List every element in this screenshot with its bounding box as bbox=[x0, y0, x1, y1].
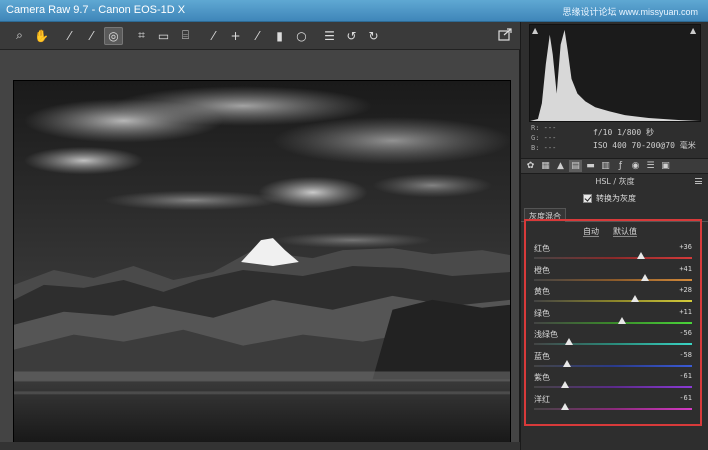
convert-label: 转换为灰度 bbox=[596, 193, 636, 203]
slider-row: 浅绿色 -56 bbox=[534, 329, 692, 351]
shadow-clipping-icon[interactable]: ▲ bbox=[532, 27, 540, 35]
slider-track[interactable] bbox=[534, 257, 692, 259]
radial-filter-icon[interactable]: ○ bbox=[292, 27, 311, 45]
toolbar: ⌕ ✋ ⁄ ⁄ ◎ ⌗ ▭ ⌸ ⁄ + ⁄ ▮ ○ ☰ ↺ ↻ bbox=[0, 22, 520, 50]
adjustments-panel: ▲ ▲ R: --- G: --- B: --- f/10 1/800 秒 IS… bbox=[520, 22, 708, 450]
exif-exposure: f/10 1/800 秒 bbox=[593, 128, 654, 137]
rotate-right-icon[interactable]: ↻ bbox=[364, 27, 383, 45]
transform-icon[interactable]: ⌸ bbox=[176, 27, 195, 45]
slider-thumb[interactable] bbox=[560, 402, 569, 410]
slider-row: 绿色 +11 bbox=[534, 308, 692, 330]
slider-row: 洋红 -61 bbox=[534, 394, 692, 416]
camera-calibration-icon[interactable]: ◉ bbox=[629, 160, 642, 172]
lens-icon[interactable]: ▥ bbox=[599, 160, 612, 172]
tone-curve-icon[interactable]: ▦ bbox=[539, 160, 552, 172]
image-canvas bbox=[0, 50, 520, 450]
slider-thumb[interactable] bbox=[637, 252, 646, 259]
slider-row: 黄色 +28 bbox=[534, 286, 692, 308]
histogram: ▲ ▲ bbox=[529, 24, 701, 122]
graduated-filter-icon[interactable]: ▮ bbox=[270, 27, 289, 45]
split-toning-icon[interactable]: ▬ bbox=[584, 160, 597, 172]
slider-track[interactable] bbox=[534, 364, 692, 367]
slider-label: 洋红 bbox=[534, 394, 550, 404]
crop-icon[interactable]: ⌗ bbox=[132, 27, 151, 45]
slider-label: 红色 bbox=[534, 244, 550, 253]
slider-value[interactable]: -56 bbox=[679, 329, 692, 337]
slider-label: 黄色 bbox=[534, 287, 550, 296]
readout-g: G: --- bbox=[531, 134, 557, 142]
slider-value[interactable]: +36 bbox=[679, 243, 692, 251]
basic-icon[interactable]: ✿ bbox=[524, 160, 537, 172]
white-balance-icon[interactable]: ⁄ bbox=[60, 27, 79, 45]
title-bar: Camera Raw 9.7 - Canon EOS-1D X 思缘设计论坛 w… bbox=[0, 0, 708, 22]
slider-thumb[interactable] bbox=[640, 273, 649, 281]
convert-to-grayscale-toggle[interactable]: 转换为灰度 bbox=[583, 192, 636, 204]
slider-thumb[interactable] bbox=[563, 359, 572, 367]
slider-label: 紫色 bbox=[534, 373, 550, 382]
slider-label: 浅绿色 bbox=[534, 330, 558, 339]
slider-row: 红色 +36 bbox=[534, 243, 692, 265]
slider-thumb[interactable] bbox=[617, 316, 626, 324]
color-sampler-icon[interactable]: ⁄ bbox=[82, 27, 101, 45]
hand-icon[interactable]: ✋ bbox=[32, 27, 51, 45]
preview-image[interactable] bbox=[13, 80, 511, 450]
canvas-status-strip bbox=[0, 442, 520, 450]
slider-track[interactable] bbox=[534, 407, 692, 410]
slider-value[interactable]: +41 bbox=[679, 265, 692, 273]
slider-track[interactable] bbox=[534, 278, 692, 281]
red-eye-icon[interactable]: + bbox=[226, 27, 245, 45]
slider-label: 蓝色 bbox=[534, 351, 550, 361]
detail-icon[interactable]: ▲ bbox=[554, 160, 567, 172]
slider-row: 橙色 +41 bbox=[534, 265, 692, 287]
exif-info: R: --- G: --- B: --- f/10 1/800 秒 ISO 40… bbox=[521, 123, 708, 157]
spot-removal-icon[interactable]: ⁄ bbox=[204, 27, 223, 45]
highlight-clipping-icon[interactable]: ▲ bbox=[690, 27, 698, 35]
slider-row: 紫色 -61 bbox=[534, 372, 692, 394]
preferences-icon[interactable]: ☰ bbox=[320, 27, 339, 45]
watermark: 思缘设计论坛 www.missyuan.com bbox=[562, 7, 698, 17]
readout-b: B: --- bbox=[531, 144, 557, 152]
presets-icon[interactable]: ☰ bbox=[644, 160, 657, 172]
slider-value[interactable]: -58 bbox=[679, 351, 692, 359]
slider-track[interactable] bbox=[534, 321, 692, 324]
section-title: HSL / 灰度 bbox=[595, 177, 635, 186]
slider-track[interactable] bbox=[534, 386, 692, 388]
slider-label: 橙色 bbox=[534, 265, 550, 275]
slider-row: 蓝色 -58 bbox=[534, 351, 692, 373]
export-icon[interactable] bbox=[498, 28, 514, 44]
readout-r: R: --- bbox=[531, 124, 557, 132]
adjustment-brush-icon[interactable]: ⁄ bbox=[248, 27, 267, 45]
slider-thumb[interactable] bbox=[560, 381, 569, 388]
snapshots-icon[interactable]: ▣ bbox=[659, 160, 672, 172]
slider-value[interactable]: -61 bbox=[679, 372, 692, 380]
checkbox[interactable] bbox=[583, 193, 592, 203]
hsl-icon[interactable]: ▤ bbox=[569, 160, 582, 172]
slider-thumb[interactable] bbox=[564, 338, 573, 345]
zoom-icon[interactable]: ⌕ bbox=[10, 27, 29, 45]
rotate-left-icon[interactable]: ↺ bbox=[342, 27, 361, 45]
slider-label: 绿色 bbox=[534, 308, 550, 318]
grayscale-mix-sliders: 红色 +36 橙色 +41 黄色 +28 绿色 +11 浅绿色 -56 蓝色 -58 紫色 -61 洋红 -6… bbox=[524, 219, 702, 426]
slider-value[interactable]: +11 bbox=[679, 308, 692, 316]
slider-value[interactable]: -61 bbox=[679, 394, 692, 402]
exif-lens: ISO 400 70-200@70 毫米 bbox=[593, 141, 696, 150]
window-title: Camera Raw 9.7 - Canon EOS-1D X bbox=[6, 4, 186, 16]
slider-thumb[interactable] bbox=[631, 295, 640, 302]
slider-track[interactable] bbox=[534, 300, 692, 302]
straighten-icon[interactable]: ▭ bbox=[154, 27, 173, 45]
slider-track[interactable] bbox=[534, 343, 692, 345]
targeted-adjustment-icon[interactable]: ◎ bbox=[104, 26, 123, 45]
panel-tabs: ✿ ▦ ▲ ▤ ▬ ▥ ƒ ◉ ☰ ▣ bbox=[521, 158, 708, 174]
panel-menu-icon[interactable] bbox=[695, 178, 702, 184]
fx-icon[interactable]: ƒ bbox=[614, 160, 627, 172]
slider-value[interactable]: +28 bbox=[679, 286, 692, 294]
